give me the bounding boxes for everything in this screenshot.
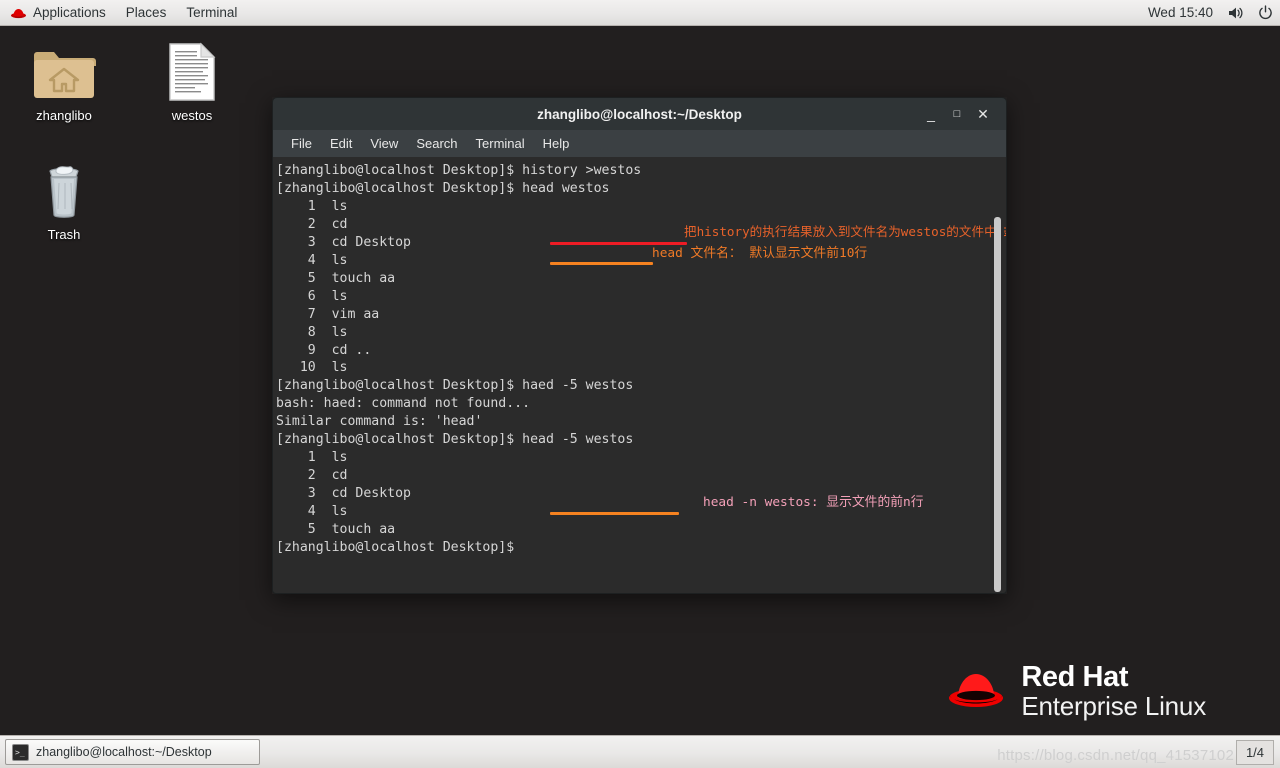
desktop-icon-label: westos <box>171 108 213 123</box>
terminal-menu-label: Terminal <box>186 5 238 20</box>
places-menu-label: Places <box>125 5 167 20</box>
brand-line-1: Red Hat <box>1021 661 1129 694</box>
menu-help[interactable]: Help <box>534 130 579 157</box>
places-menu[interactable]: Places <box>116 0 177 26</box>
menu-terminal[interactable]: Terminal <box>467 130 534 157</box>
underline-head-westos <box>550 262 653 265</box>
terminal-window[interactable]: zhanglibo@localhost:~/Desktop _ □ ✕ File… <box>272 97 1007 594</box>
terminal-scrollbar[interactable] <box>994 159 1004 592</box>
taskbar-window-button[interactable]: >_ zhanglibo@localhost:~/Desktop <box>5 739 260 765</box>
menu-edit[interactable]: Edit <box>321 130 361 157</box>
redhat-icon <box>10 6 27 19</box>
annotation-head-n: head -n westos: 显示文件的前n行 <box>703 495 924 510</box>
minimize-button[interactable]: _ <box>918 101 944 127</box>
applications-menu[interactable]: Applications <box>0 0 116 26</box>
menu-file[interactable]: File <box>282 130 321 157</box>
terminal-menubar: File Edit View Search Terminal Help <box>272 130 1007 157</box>
desktop-icon-zhanglibo[interactable]: zhanglibo <box>16 36 112 123</box>
annotation-history-redirect: 把history的执行结果放入到文件名为westos的文件中去 <box>684 224 1007 239</box>
volume-icon[interactable] <box>1221 6 1251 20</box>
terminal-output: [zhanglibo@localhost Desktop]$ history >… <box>276 163 642 556</box>
terminal-screen[interactable]: [zhanglibo@localhost Desktop]$ history >… <box>272 157 1007 594</box>
taskbar-window-label: zhanglibo@localhost:~/Desktop <box>36 745 212 759</box>
redhat-fedora-logo <box>945 665 1007 718</box>
workspace-switcher[interactable]: 1/4 <box>1236 740 1274 765</box>
brand-line-2: Enterprise Linux <box>1021 690 1206 721</box>
maximize-button[interactable]: □ <box>944 101 970 127</box>
annotation-head-default: head 文件名： 默认显示文件前10行 <box>652 246 868 261</box>
top-panel: Applications Places Terminal Wed 15:40 <box>0 0 1280 26</box>
text-document-icon <box>168 36 216 102</box>
desktop-icon-label: Trash <box>47 227 81 242</box>
home-folder-icon <box>32 36 96 102</box>
rhel-wallpaper-logo: Red Hat Enterprise Linux <box>945 662 1206 720</box>
underline-head-5-westos <box>550 512 679 515</box>
desktop-icon-label: zhanglibo <box>36 108 92 123</box>
window-controls: _ □ ✕ <box>918 101 1006 127</box>
terminal-scrollbar-thumb[interactable] <box>994 217 1001 592</box>
taskbar: >_ zhanglibo@localhost:~/Desktop https:/… <box>0 735 1280 768</box>
applications-menu-label: Applications <box>33 5 106 20</box>
desktop-icon-trash[interactable]: Trash <box>16 155 112 242</box>
terminal-menu[interactable]: Terminal <box>176 0 247 26</box>
clock[interactable]: Wed 15:40 <box>1140 5 1221 20</box>
desktop-icon-westos[interactable]: westos <box>144 36 240 123</box>
terminal-title: zhanglibo@localhost:~/Desktop <box>537 106 742 122</box>
close-button[interactable]: ✕ <box>970 101 996 127</box>
terminal-titlebar[interactable]: zhanglibo@localhost:~/Desktop _ □ ✕ <box>272 97 1007 130</box>
panel-status-area: Wed 15:40 <box>1140 5 1280 20</box>
trash-icon <box>38 155 90 221</box>
terminal-icon: >_ <box>12 743 29 761</box>
watermark: https://blog.csdn.net/qq_41537102 <box>997 747 1234 764</box>
power-icon[interactable] <box>1251 5 1280 20</box>
menu-view[interactable]: View <box>361 130 407 157</box>
menu-search[interactable]: Search <box>407 130 466 157</box>
